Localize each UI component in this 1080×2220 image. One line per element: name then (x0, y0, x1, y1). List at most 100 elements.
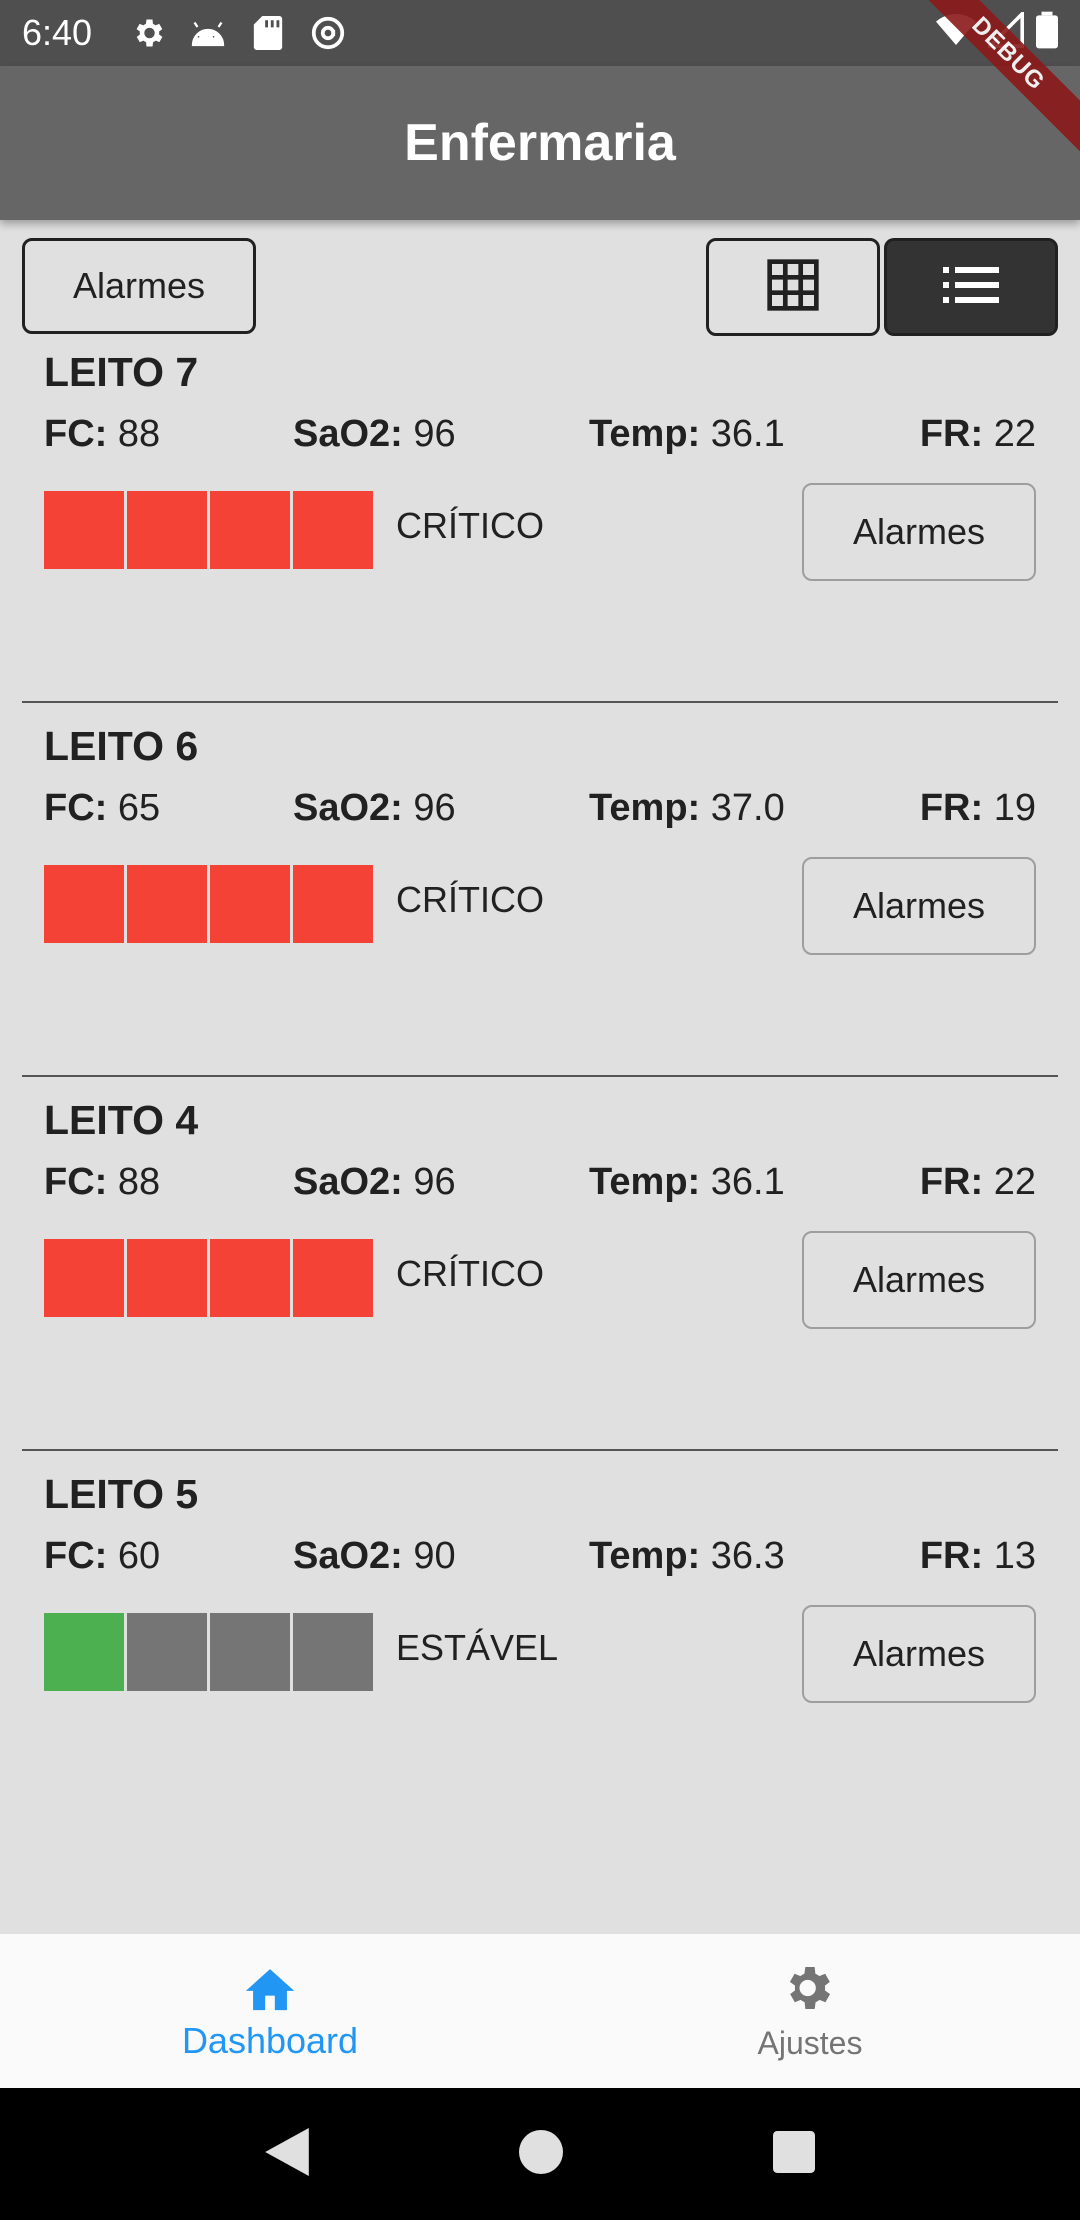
vital-value: 60 (117, 1535, 161, 1577)
vital-label: FR: (919, 413, 984, 455)
severity-score-bar (44, 491, 373, 569)
nav-label: Dashboard (181, 2019, 359, 2061)
vital-value: 96 (413, 1161, 456, 1203)
score-cell-critical (210, 865, 290, 943)
score-cell-inactive (127, 1613, 207, 1691)
severity-score-bar (44, 865, 373, 943)
home-circle-icon[interactable] (519, 2129, 563, 2179)
vital-fc: FC: 88 (44, 413, 160, 456)
vital-temp: Temp: 37.0 (589, 787, 785, 830)
vital-fr: FR: 22 (920, 1161, 1036, 1204)
vital-fr: FR: 13 (920, 1535, 1036, 1578)
bed-title: LEITO 7 (44, 349, 199, 395)
at-sign-icon (306, 11, 350, 55)
vital-label: Temp: (589, 413, 701, 455)
bed-status: CRÍTICO (396, 505, 544, 546)
bed-vitals: FC: 88 SaO2: 96 Temp: 36.1 FR: 22 (44, 1161, 1036, 1211)
vital-temp: Temp: 36.3 (589, 1535, 785, 1578)
vital-label: SaO2: (293, 413, 403, 455)
score-cell-critical (210, 1239, 290, 1317)
vital-fr: FR: 19 (920, 787, 1036, 830)
vital-fr: FR: 22 (920, 413, 1036, 456)
nav-item-ajustes[interactable]: Ajustes (540, 1934, 1080, 2088)
vital-label: FC: (44, 1535, 108, 1577)
vital-label: SaO2: (293, 1535, 403, 1577)
vital-label: FR: (919, 1161, 984, 1203)
app-bar: Enfermaria (0, 66, 1080, 220)
gear-icon (126, 11, 170, 55)
vital-value: 36.3 (710, 1535, 785, 1577)
vital-sao2: SaO2: 96 (293, 787, 456, 830)
vital-sao2: SaO2: 90 (293, 1535, 456, 1578)
vital-label: Temp: (589, 1535, 701, 1577)
bed-vitals: FC: 60 SaO2: 90 Temp: 36.3 FR: 13 (44, 1535, 1036, 1585)
score-cell-critical (44, 1239, 124, 1317)
bed-card: LEITO 6 FC: 65 SaO2: 96 Temp: 37.0 FR: 1… (22, 703, 1058, 1077)
score-cell-critical (293, 865, 373, 943)
vital-label: SaO2: (293, 1161, 403, 1203)
vital-value: 36.1 (710, 413, 785, 455)
bed-card: LEITO 7 FC: 88 SaO2: 96 Temp: 36.1 FR: 2… (22, 329, 1058, 703)
list-view-button[interactable] (884, 238, 1058, 336)
alarms-button[interactable]: Alarmes (22, 238, 256, 334)
vital-value: 37.0 (710, 787, 785, 829)
vital-value: 96 (413, 787, 456, 829)
bed-card: LEITO 5 FC: 60 SaO2: 90 Temp: 36.3 FR: 1… (22, 1451, 1058, 1825)
score-cell-critical (127, 865, 207, 943)
vital-value: 88 (117, 1161, 161, 1203)
score-cell-critical (127, 1239, 207, 1317)
vital-label: SaO2: (293, 787, 403, 829)
bottom-navigation: Dashboard Ajustes (0, 1934, 1080, 2088)
vital-label: FR: (919, 787, 984, 829)
bed-title: LEITO 5 (44, 1471, 199, 1517)
vital-label: Temp: (589, 787, 701, 829)
vital-temp: Temp: 36.1 (589, 1161, 785, 1204)
score-cell-critical (293, 491, 373, 569)
bed-title: LEITO 4 (44, 1097, 199, 1143)
score-cell-stable (44, 1613, 124, 1691)
bed-alarms-button[interactable]: Alarmes (802, 483, 1036, 581)
status-time: 6:40 (22, 12, 93, 53)
score-cell-inactive (210, 1613, 290, 1691)
vital-label: FR: (919, 1535, 984, 1577)
nav-label: Ajustes (757, 2025, 863, 2061)
view-mode-toggle (706, 238, 1058, 336)
score-cell-critical (293, 1239, 373, 1317)
vital-value: 90 (413, 1535, 456, 1577)
bed-alarms-button[interactable]: Alarmes (802, 857, 1036, 955)
grid-view-button[interactable] (706, 238, 880, 336)
vital-value: 13 (993, 1535, 1036, 1577)
bed-alarms-button[interactable]: Alarmes (802, 1605, 1036, 1703)
vital-fc: FC: 65 (44, 787, 160, 830)
nav-item-dashboard[interactable]: Dashboard (0, 1934, 540, 2088)
vital-value: 88 (117, 413, 161, 455)
bed-vitals: FC: 65 SaO2: 96 Temp: 37.0 FR: 19 (44, 787, 1036, 837)
sd-card-icon (246, 11, 290, 55)
vital-sao2: SaO2: 96 (293, 413, 456, 456)
vital-sao2: SaO2: 96 (293, 1161, 456, 1204)
bed-title: LEITO 6 (44, 723, 199, 769)
score-cell-critical (127, 491, 207, 569)
back-icon[interactable] (265, 2127, 309, 2181)
vital-value: 22 (993, 413, 1036, 455)
battery-icon (1036, 11, 1058, 58)
score-cell-critical (44, 865, 124, 943)
vital-value: 19 (993, 787, 1036, 829)
bed-alarms-button[interactable]: Alarmes (802, 1231, 1036, 1329)
severity-score-bar (44, 1613, 373, 1691)
score-cell-inactive (293, 1613, 373, 1691)
score-cell-critical (44, 491, 124, 569)
vital-value: 65 (117, 787, 161, 829)
recents-icon[interactable] (773, 2130, 815, 2178)
vital-fc: FC: 60 (44, 1535, 160, 1578)
bed-status: CRÍTICO (396, 1253, 544, 1294)
bed-status: ESTÁVEL (396, 1627, 559, 1668)
vital-value: 96 (413, 413, 456, 455)
vital-label: FC: (44, 413, 108, 455)
android-icon (186, 11, 230, 55)
list-icon (943, 265, 999, 310)
app-root: 6:40 DEBUG Enfermaria Alarmes LEITO 7 FC… (0, 0, 1080, 2220)
bed-vitals: FC: 88 SaO2: 96 Temp: 36.1 FR: 22 (44, 413, 1036, 463)
vital-label: Temp: (589, 1161, 701, 1203)
grid-icon (765, 257, 821, 318)
